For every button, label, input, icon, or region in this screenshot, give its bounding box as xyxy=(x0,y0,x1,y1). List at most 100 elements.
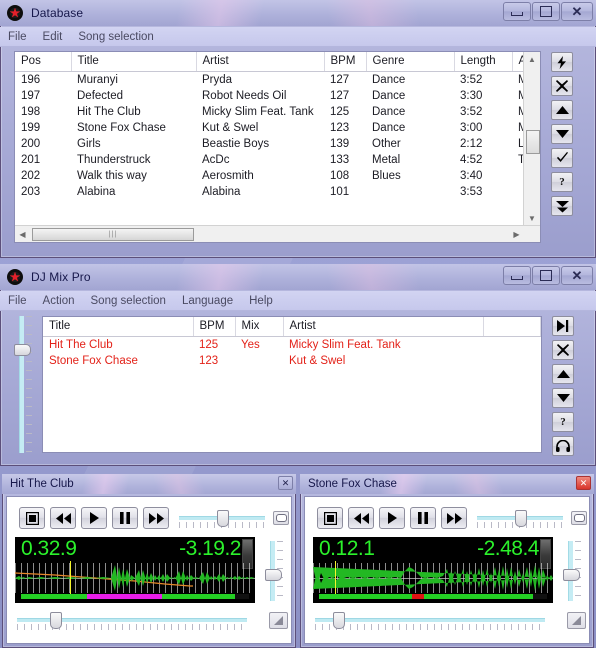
menu-edit[interactable]: Edit xyxy=(43,31,63,43)
play-button[interactable] xyxy=(81,507,107,529)
table-row[interactable]: 201ThunderstruckAcDc133Metal4:52Th xyxy=(15,152,524,168)
move-up-button[interactable] xyxy=(552,364,574,384)
headphones-button[interactable] xyxy=(552,436,574,456)
eq-button[interactable] xyxy=(567,612,586,629)
crossfader-knob[interactable] xyxy=(14,343,31,356)
table-row[interactable]: 203 Alabina Alabina 101 3:53 xyxy=(15,184,524,200)
delete-button[interactable] xyxy=(551,76,573,96)
menu-file[interactable]: File xyxy=(8,31,27,43)
rewind-button[interactable] xyxy=(348,507,374,529)
column-header-artist[interactable]: Artist xyxy=(196,52,325,72)
close-button[interactable]: ✕ xyxy=(561,266,593,285)
column-header-title[interactable]: Title xyxy=(43,317,194,337)
list-item[interactable]: Stone Fox Chase 123 Kut & Swel xyxy=(43,353,541,369)
progress-bar[interactable] xyxy=(319,594,547,599)
pause-button[interactable] xyxy=(410,507,436,529)
pause-button[interactable] xyxy=(112,507,138,529)
player-left-titlebar[interactable]: Hit The Club ✕ xyxy=(2,474,296,494)
confirm-button[interactable] xyxy=(551,148,573,168)
column-header-mix[interactable]: Mix xyxy=(235,317,284,337)
player-right-waveform-display[interactable]: 0.12.1 -2.48.4 xyxy=(313,537,553,603)
table-row[interactable]: 200GirlsBeastie Boys139Other2:12Li xyxy=(15,136,524,152)
pitch-slider-knob[interactable] xyxy=(217,510,229,527)
eq-button[interactable] xyxy=(269,612,288,629)
volume-slider[interactable] xyxy=(263,541,283,601)
column-header-artist[interactable]: Artist xyxy=(283,317,484,337)
column-header-pos[interactable]: Pos xyxy=(15,52,72,72)
position-slider[interactable] xyxy=(315,611,545,631)
help-button[interactable]: ? xyxy=(551,172,573,192)
close-button[interactable]: ✕ xyxy=(576,476,591,490)
progress-bar[interactable] xyxy=(21,594,249,599)
delete-button[interactable] xyxy=(552,340,574,360)
column-header-extra[interactable] xyxy=(483,317,541,337)
menu-help[interactable]: Help xyxy=(249,295,273,307)
rewind-button[interactable] xyxy=(50,507,76,529)
table-row[interactable]: 199 Stone Fox Chase Kut & Swel 123 Dance 3:00… xyxy=(15,120,524,136)
menu-action[interactable]: Action xyxy=(43,295,75,307)
playhead-cursor[interactable] xyxy=(70,561,72,595)
move-up-button[interactable] xyxy=(551,100,573,120)
player-right-titlebar[interactable]: Stone Fox Chase ✕ xyxy=(300,474,594,494)
player-left-waveform-display[interactable]: 0.32.9 -3.19.2 xyxy=(15,537,255,603)
move-down-button[interactable] xyxy=(551,124,573,144)
maximize-button[interactable] xyxy=(532,2,560,21)
menu-file[interactable]: File xyxy=(8,295,27,307)
column-header-bpm[interactable]: BPM xyxy=(324,52,367,72)
pitch-slider-knob[interactable] xyxy=(515,510,527,527)
column-header-length[interactable]: Length xyxy=(454,52,513,72)
menu-song-selection[interactable]: Song selection xyxy=(78,31,153,43)
minimize-button[interactable] xyxy=(503,2,531,21)
fast-forward-button[interactable] xyxy=(441,507,467,529)
menu-language[interactable]: Language xyxy=(182,295,233,307)
stop-button[interactable] xyxy=(19,507,45,529)
column-header-title[interactable]: Title xyxy=(71,52,197,72)
database-vertical-scrollbar[interactable]: ▲ ▼ xyxy=(523,52,540,226)
mute-button[interactable] xyxy=(571,511,587,525)
cell-bpm: 125 xyxy=(199,339,219,351)
progress-segment xyxy=(162,594,236,599)
pitch-slider[interactable] xyxy=(179,509,265,529)
volume-slider-knob[interactable] xyxy=(563,568,580,581)
playhead-cursor[interactable] xyxy=(334,561,336,595)
send-to-list-button[interactable] xyxy=(551,196,573,216)
table-row[interactable]: 198 Hit The Club Micky Slim Feat. Tank 125 D… xyxy=(15,104,524,120)
skip-next-button[interactable] xyxy=(552,316,574,336)
playlist-crossfader[interactable] xyxy=(12,316,34,453)
column-header-genre[interactable]: Genre xyxy=(366,52,455,72)
column-header-bpm[interactable]: BPM xyxy=(193,317,236,337)
mute-button[interactable] xyxy=(273,511,289,525)
horizontal-scroll-thumb[interactable]: ||| xyxy=(32,228,194,241)
scroll-down-button[interactable]: ▼ xyxy=(524,211,540,226)
djmixpro-titlebar[interactable]: DJ Mix Pro ✕ xyxy=(0,264,596,290)
stop-button[interactable] xyxy=(317,507,343,529)
database-horizontal-scrollbar[interactable]: ◀ ||| ▶ xyxy=(15,225,540,242)
close-button[interactable]: ✕ xyxy=(561,2,593,21)
scroll-up-button[interactable]: ▲ xyxy=(524,52,540,67)
djmixpro-menubar: File Action Song selection Language Help xyxy=(0,291,596,311)
close-button[interactable]: ✕ xyxy=(278,476,293,490)
list-item[interactable]: Hit The Club 125 Yes Micky Slim Feat. Tank xyxy=(43,337,541,354)
playlist-header-row: Title BPM Mix Artist xyxy=(43,317,541,337)
vertical-scroll-thumb[interactable] xyxy=(526,130,540,154)
scroll-right-button[interactable]: ▶ xyxy=(509,226,524,242)
move-down-button[interactable] xyxy=(552,388,574,408)
maximize-button[interactable] xyxy=(532,266,560,285)
table-row[interactable]: 196MuranyiPryda127Dance3:52M xyxy=(15,72,524,89)
volume-slider-knob[interactable] xyxy=(265,568,282,581)
pitch-slider[interactable] xyxy=(477,509,563,529)
play-button[interactable] xyxy=(379,507,405,529)
table-row[interactable]: 202 Walk this way Aerosmith 108 Blues 3:40 xyxy=(15,168,524,184)
position-slider-knob[interactable] xyxy=(332,612,345,629)
scroll-left-button[interactable]: ◀ xyxy=(15,226,30,242)
volume-slider[interactable] xyxy=(561,541,581,601)
fast-forward-button[interactable] xyxy=(143,507,169,529)
minimize-button[interactable] xyxy=(503,266,531,285)
auto-bpm-button[interactable] xyxy=(551,52,573,72)
menu-song-selection[interactable]: Song selection xyxy=(91,295,166,307)
help-button[interactable]: ? xyxy=(552,412,574,432)
database-titlebar[interactable]: Database ✕ xyxy=(0,0,596,26)
position-slider[interactable] xyxy=(17,611,247,631)
position-slider-knob[interactable] xyxy=(50,612,62,629)
table-row[interactable]: 197 Defected Robot Needs Oil 127 Dance 3:30 M xyxy=(15,88,524,104)
